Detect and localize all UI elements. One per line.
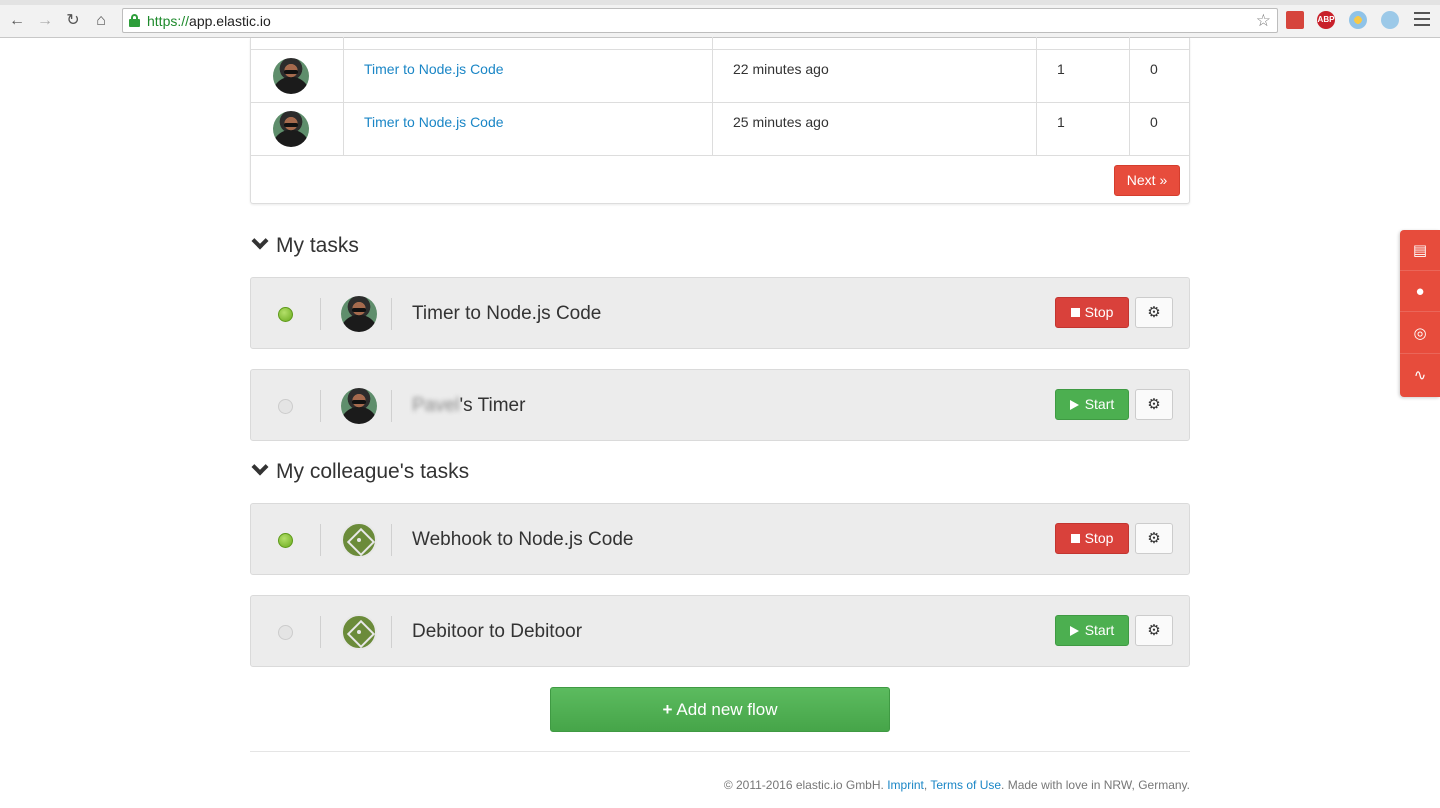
gear-icon: ⚙ [1147,622,1161,639]
task-card: Debitoor to Debitoor Start ⚙ [250,595,1190,667]
footer: © 2011-2016 elastic.io GmbH. Imprint, Te… [723,778,1190,792]
status-running-icon [278,307,293,322]
adblock-extension-icon[interactable]: ABP [1317,11,1335,29]
start-button[interactable]: Start [1055,389,1129,420]
start-button[interactable]: Start [1055,615,1129,646]
play-icon [1069,400,1079,410]
section-title: My colleague's tasks [276,460,470,483]
task-name[interactable]: Debitoor to Debitoor [412,621,582,643]
user-avatar [341,388,377,424]
chat-icon[interactable]: ● [1400,271,1440,312]
task-name[interactable]: Pavel's Timer [412,395,525,417]
settings-button[interactable]: ⚙ [1135,297,1173,328]
stop-icon [1070,308,1080,317]
table-row: Timer to Node.js Code 22 minutes ago 1 0 [251,50,1189,103]
divider [320,298,321,330]
flower-extension-icon[interactable] [1349,11,1367,29]
blurred-name: Pavel [412,395,460,416]
stop-button[interactable]: Stop [1055,297,1129,328]
component-icon [341,614,377,650]
divider [391,616,392,648]
rss-icon[interactable]: ∿ [1400,355,1440,396]
table-row [251,37,1189,50]
divider [320,616,321,648]
user-avatar [273,111,309,147]
section-title: My tasks [276,234,359,257]
gear-icon: ⚙ [1147,304,1161,321]
user-avatar [273,58,309,94]
task-card: Webhook to Node.js Code Stop ⚙ [250,503,1190,575]
my-tasks-header[interactable]: My tasks [250,232,359,258]
address-bar[interactable]: https://app.elastic.io ☆ [122,8,1278,33]
task-card: Pavel's Timer Start ⚙ [250,369,1190,441]
divider [320,524,321,556]
task-card: Timer to Node.js Code Stop ⚙ [250,277,1190,349]
home-icon[interactable]: ⌂ [92,12,110,30]
terms-link[interactable]: Terms of Use [930,778,1001,792]
recent-executions-table: Timer to Node.js Code 22 minutes ago 1 0… [250,37,1190,204]
colleague-tasks-header[interactable]: My colleague's tasks [250,458,470,484]
imprint-link[interactable]: Imprint [887,778,924,792]
chevron-down-icon [251,232,269,250]
settings-button[interactable]: ⚙ [1135,615,1173,646]
tagline-text: . Made with love in NRW, Germany. [1001,778,1190,792]
divider [320,390,321,422]
glasses-extension-icon[interactable] [1381,11,1399,29]
task-name[interactable]: Timer to Node.js Code [412,303,601,325]
reload-icon[interactable]: ↻ [64,12,82,30]
tab-strip [0,0,1440,5]
footer-divider [250,751,1190,752]
status-stopped-icon [278,625,293,640]
status-running-icon [278,533,293,548]
stop-icon [1070,534,1080,543]
execution-time: 25 minutes ago [733,114,829,130]
count-b: 0 [1150,61,1158,77]
gear-icon: ⚙ [1147,396,1161,413]
side-widget: ▤ ● ◎ ∿ [1400,230,1440,397]
forward-icon[interactable]: → [36,12,54,30]
play-icon [1069,626,1079,636]
task-name[interactable]: Webhook to Node.js Code [412,529,633,551]
divider [391,524,392,556]
gear-icon: ⚙ [1147,530,1161,547]
plus-icon: + [662,700,673,719]
chevron-down-icon [251,458,269,476]
execution-time: 22 minutes ago [733,61,829,77]
book-icon[interactable]: ▤ [1400,230,1440,271]
add-new-flow-button[interactable]: + Add new flow [550,687,890,732]
settings-button[interactable]: ⚙ [1135,523,1173,554]
divider [391,298,392,330]
count-b: 0 [1150,114,1158,130]
status-stopped-icon [278,399,293,414]
bookmark-star-icon[interactable]: ☆ [1256,11,1271,31]
count-a: 1 [1057,61,1065,77]
flow-link[interactable]: Timer to Node.js Code [364,61,504,77]
support-icon[interactable]: ◎ [1400,313,1440,354]
settings-button[interactable]: ⚙ [1135,389,1173,420]
component-icon [341,522,377,558]
divider [391,390,392,422]
copyright-text: © 2011-2016 elastic.io GmbH. [723,778,884,792]
back-icon[interactable]: ← [8,12,26,30]
stop-button[interactable]: Stop [1055,523,1129,554]
bookmark-extension-icon[interactable] [1286,11,1304,29]
count-a: 1 [1057,114,1065,130]
user-avatar [341,296,377,332]
table-row: Timer to Node.js Code 25 minutes ago 1 0 [251,103,1189,156]
flow-link[interactable]: Timer to Node.js Code [364,114,504,130]
lock-icon [129,14,140,27]
browser-toolbar: ← → ↻ ⌂ https://app.elastic.io ☆ ABP [0,0,1440,38]
url-text[interactable]: https://app.elastic.io [147,13,271,29]
next-page-button[interactable]: Next » [1114,165,1180,196]
browser-menu-icon[interactable] [1414,12,1430,26]
